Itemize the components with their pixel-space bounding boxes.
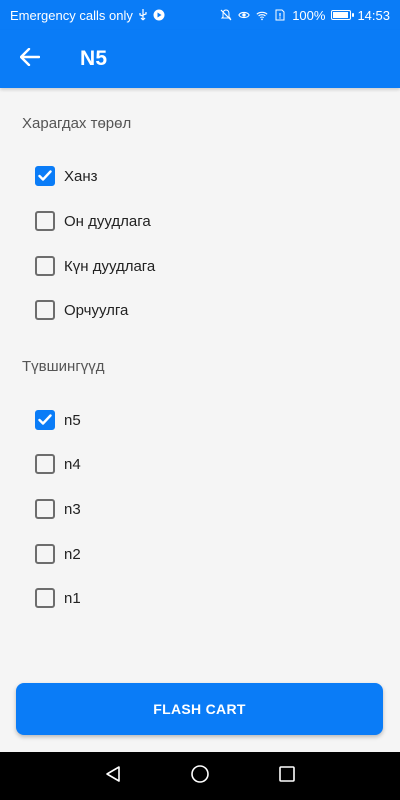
checkbox[interactable] [35, 300, 55, 320]
settings-content: Харагдах төрөл Ханз Он дуудлага Күн дууд… [0, 88, 400, 663]
back-button[interactable] [0, 30, 60, 88]
checkbox-row-translation[interactable]: Орчуулга [35, 298, 128, 322]
checkbox[interactable] [35, 211, 55, 231]
page-title: N5 [80, 47, 108, 70]
section-title-types: Харагдах төрөл [22, 115, 132, 132]
clock: 14:53 [357, 7, 390, 23]
checkbox[interactable] [35, 588, 55, 608]
usb-icon [137, 9, 149, 21]
triangle-back-icon [104, 765, 122, 788]
checkbox-label: n4 [64, 455, 81, 473]
play-store-icon [153, 9, 165, 21]
battery-text: 100% [292, 7, 326, 23]
battery-icon [331, 10, 355, 20]
checkbox-row-kun-reading[interactable]: Күн дуудлага [35, 254, 155, 278]
checkbox-row-n1[interactable]: n1 [35, 586, 81, 610]
checkbox[interactable] [35, 499, 55, 519]
nav-recents-button[interactable] [267, 756, 307, 796]
sim-alert-icon [274, 9, 286, 21]
checkbox[interactable] [35, 454, 55, 474]
flash-cart-button[interactable]: FLASH CART [16, 683, 383, 735]
wifi-icon [256, 9, 268, 21]
checkbox[interactable] [35, 166, 55, 186]
checkbox-label: Он дуудлага [64, 212, 151, 230]
checkbox[interactable] [35, 256, 55, 276]
checkbox-label: n1 [64, 589, 81, 607]
arrow-left-icon [19, 47, 41, 71]
carrier-text: Emergency calls only [10, 7, 133, 23]
square-recents-icon [278, 765, 296, 788]
checkbox-row-n2[interactable]: n2 [35, 542, 81, 566]
nav-back-button[interactable] [93, 756, 133, 796]
system-nav-bar [0, 752, 400, 800]
checkbox-label: Орчуулга [64, 301, 129, 319]
checkbox[interactable] [35, 410, 55, 430]
checkbox-row-n4[interactable]: n4 [35, 452, 81, 476]
checkbox-row-n5[interactable]: n5 [35, 408, 81, 432]
mute-icon [220, 9, 232, 21]
checkbox-label: n3 [64, 500, 81, 518]
checkbox-label: Күн дуудлага [64, 257, 156, 275]
checkbox-label: Ханз [64, 167, 98, 185]
checkbox[interactable] [35, 544, 55, 564]
app-bar: N5 [0, 30, 400, 88]
checkbox-row-n3[interactable]: n3 [35, 497, 81, 521]
nav-home-button[interactable] [180, 756, 220, 796]
checkbox-label: n2 [64, 545, 81, 563]
section-title-levels: Түвшингүүд [22, 358, 105, 375]
circle-home-icon [190, 764, 210, 789]
status-bar: Emergency calls only 100% 14:53 [0, 0, 400, 30]
checkbox-row-on-reading[interactable]: Он дуудлага [35, 209, 151, 233]
checkbox-row-kanji[interactable]: Ханз [35, 164, 98, 188]
checkbox-label: n5 [64, 411, 81, 429]
eye-icon [238, 9, 250, 21]
